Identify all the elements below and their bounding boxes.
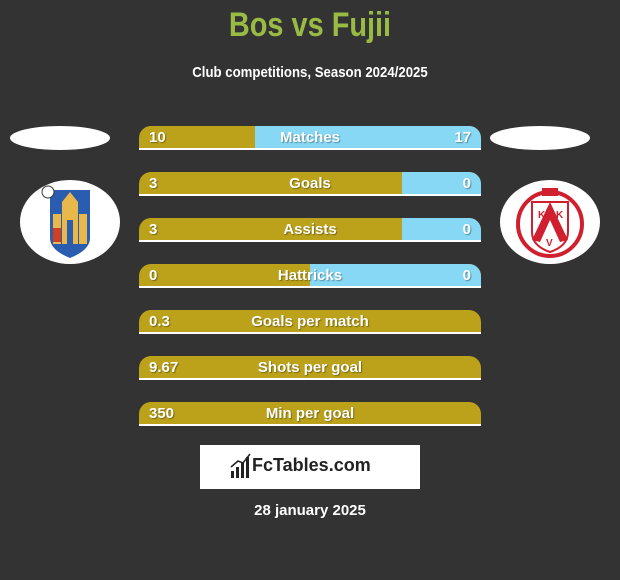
stat-label: Goals per match xyxy=(251,313,369,330)
competition-subtitle: Club competitions, Season 2024/2025 xyxy=(192,64,428,81)
kortrijk-crest-icon: K K V xyxy=(516,188,584,258)
stat-label: Goals xyxy=(289,175,331,192)
stat-label: Min per goal xyxy=(265,405,355,422)
brand-name: FcTables.com xyxy=(252,455,371,475)
stat-row-goals: 3 Goals 0 xyxy=(139,172,481,196)
stat-label: Shots per goal xyxy=(257,359,363,376)
stat-label: Hattricks xyxy=(277,267,343,284)
stat-row-min-per-goal: 350 Min per goal xyxy=(139,402,481,426)
right-value: 17 xyxy=(454,129,471,146)
right-value: 0 xyxy=(462,175,471,192)
right-team-logo[interactable]: K K V xyxy=(500,180,600,264)
stat-row-assists: 3 Assists 0 xyxy=(139,218,481,242)
left-team-logo[interactable] xyxy=(20,180,120,264)
right-value: 0 xyxy=(462,221,471,238)
fctables-logo[interactable]: FcTables.com xyxy=(200,445,420,489)
svg-text:K: K xyxy=(556,210,564,221)
stat-row-matches: 10 Matches 17 xyxy=(139,126,481,150)
bar-chart-icon xyxy=(230,453,251,478)
stat-label: Matches xyxy=(279,129,341,146)
right-value: 0 xyxy=(462,267,471,284)
page-title: Bos vs Fujii xyxy=(228,6,392,44)
right-team-name-placeholder xyxy=(490,126,590,150)
westerlo-crest-icon xyxy=(41,185,90,258)
report-date: 28 january 2025 xyxy=(254,502,366,519)
stat-row-shots-per-goal: 9.67 Shots per goal xyxy=(139,356,481,380)
stat-row-hattricks: 0 Hattricks 0 xyxy=(139,264,481,288)
svg-text:V: V xyxy=(546,238,553,249)
stat-row-goals-per-match: 0.3 Goals per match xyxy=(139,310,481,334)
left-team-name-placeholder xyxy=(10,126,110,150)
stat-label: Assists xyxy=(283,221,337,238)
svg-text:K: K xyxy=(538,210,546,221)
